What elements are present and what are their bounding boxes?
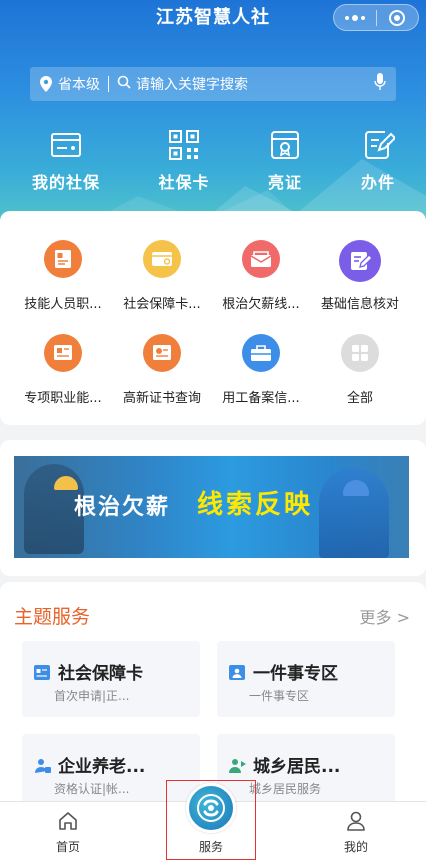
service-hi-tech-certificate[interactable]: 高新证书查询 <box>112 334 212 406</box>
service-label: 社会保障卡... <box>123 297 201 312</box>
service-social-card[interactable]: 社会保障卡... <box>112 240 212 312</box>
service-wage-arrears[interactable]: 根治欠薪线... <box>211 240 311 312</box>
region-selector[interactable]: 省本级 <box>58 74 100 94</box>
quick-label: 办件 <box>360 173 395 192</box>
service-all[interactable]: 全部 <box>310 334 410 406</box>
tile-title: 城乡居民... <box>253 757 341 777</box>
more-menu-button[interactable] <box>334 5 376 30</box>
service-label: 根治欠薪线... <box>222 297 300 312</box>
search-input[interactable]: 请输入关键字搜索 <box>136 74 374 94</box>
tile-title: 社会保障卡 <box>58 664 143 684</box>
tab-mine[interactable]: 我的 <box>316 810 396 855</box>
user-icon <box>347 811 365 831</box>
certificate-icon <box>44 334 82 372</box>
service-label: 基础信息核对 <box>320 297 399 312</box>
tile-subtitle: 城乡居民服务 <box>249 782 322 796</box>
quick-label: 社保卡 <box>158 173 210 192</box>
certificate-icon <box>143 334 181 372</box>
service-skill-staff[interactable]: 技能人员职... <box>13 240 113 312</box>
header-banner <box>0 0 426 232</box>
theme-tile-enterprise-pension[interactable]: 企业养老... 资格认证|帐... <box>22 734 200 810</box>
service-label: 技能人员职... <box>24 297 102 312</box>
miniprogram-capsule <box>333 4 419 31</box>
tile-subtitle: 一件事专区 <box>249 689 310 703</box>
service-basic-info-check[interactable]: 基础信息核对 <box>310 240 410 312</box>
target-icon <box>389 9 406 26</box>
tab-service[interactable] <box>186 783 236 833</box>
pension-icon <box>34 758 51 773</box>
more-link[interactable]: 更多 > <box>360 604 411 628</box>
service-label: 高新证书查询 <box>122 391 201 406</box>
card-icon <box>143 240 181 278</box>
quick-my-social-security[interactable]: 我的社保 <box>26 128 106 193</box>
edit-icon <box>339 240 381 282</box>
wage-arrears-banner[interactable]: 根治欠薪 线索反映 <box>14 456 409 558</box>
service-label: 用工备案信... <box>222 391 300 406</box>
quick-social-card[interactable]: 社保卡 <box>144 128 224 193</box>
home-icon <box>59 812 77 830</box>
grid-icon <box>341 334 379 372</box>
tile-title: 企业养老... <box>58 757 146 777</box>
person-badge-icon <box>229 664 245 680</box>
quick-label: 亮证 <box>267 173 302 192</box>
tile-subtitle: 资格认证|帐... <box>54 782 130 796</box>
tile-title: 一件事专区 <box>253 664 338 684</box>
edit-document-icon <box>361 128 397 162</box>
briefcase-icon <box>242 334 280 372</box>
tab-label: 服务 <box>198 840 223 854</box>
microphone-icon[interactable] <box>374 73 386 95</box>
close-miniprogram-button[interactable] <box>377 5 419 30</box>
tile-subtitle: 首次申请|正... <box>54 689 130 703</box>
search-bar[interactable]: 省本级 请输入关键字搜索 <box>30 67 396 101</box>
tab-label: 首页 <box>55 840 80 854</box>
tab-home[interactable]: 首页 <box>28 810 108 855</box>
card-icon <box>49 128 83 162</box>
banner-text-white: 根治欠薪 <box>74 495 171 520</box>
theme-tile-one-thing[interactable]: 一件事专区 一件事专区 <box>217 641 395 717</box>
certificate-icon <box>268 128 302 162</box>
banner-text-yellow: 线索反映 <box>197 490 314 520</box>
theme-tile-social-card[interactable]: 社会保障卡 首次申请|正... <box>22 641 200 717</box>
resident-icon <box>229 758 246 773</box>
tab-label: 我的 <box>343 840 368 854</box>
service-special-vocational[interactable]: 专项职业能... <box>13 334 113 406</box>
section-title: 主题服务 <box>14 606 91 628</box>
id-card-icon <box>34 664 50 680</box>
theme-tile-urban-rural-resident[interactable]: 城乡居民... 城乡居民服务 <box>217 734 395 810</box>
quick-label: 我的社保 <box>31 173 100 192</box>
quick-my-affairs[interactable]: 办件 <box>338 128 418 193</box>
certificate-icon <box>44 240 82 278</box>
location-pin-icon <box>40 75 54 93</box>
service-label: 专项职业能... <box>24 391 102 406</box>
search-icon <box>117 75 131 93</box>
more-dots-icon <box>344 14 365 21</box>
service-employment-filing[interactable]: 用工备案信... <box>211 334 311 406</box>
service-label: 全部 <box>346 391 373 406</box>
banner-card: 根治欠薪 线索反映 <box>0 440 426 576</box>
service-grid: 技能人员职... 社会保障卡... 根治欠薪线... 基础信息核对 专项职业能.… <box>0 211 426 425</box>
envelope-icon <box>242 240 280 278</box>
quick-show-certificate[interactable]: 亮证 <box>245 128 325 193</box>
service-logo-icon <box>197 794 225 822</box>
qrcode-icon <box>167 128 201 162</box>
